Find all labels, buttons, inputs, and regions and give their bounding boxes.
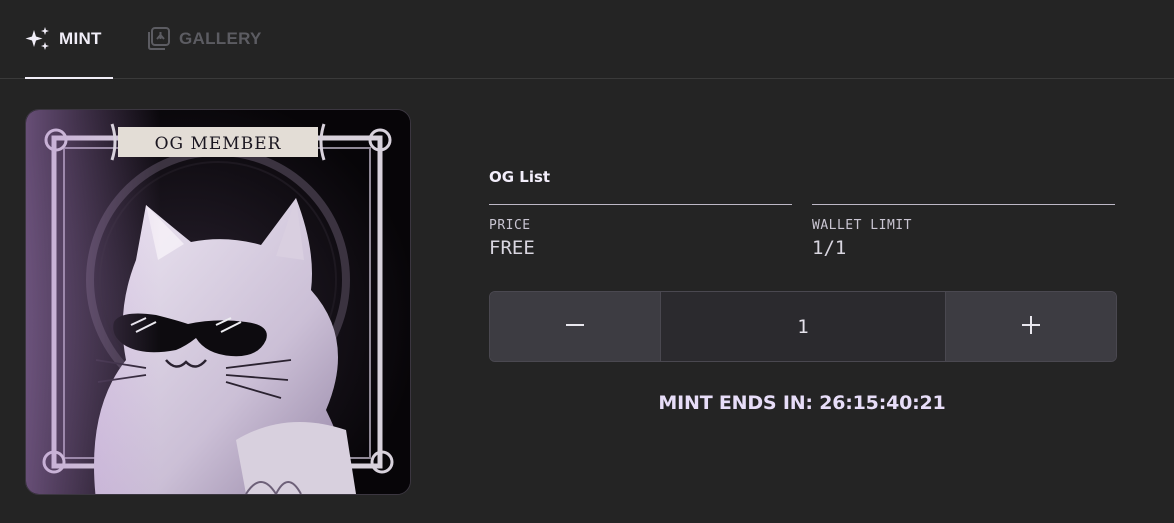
wallet-limit-label: WALLET LIMIT — [812, 218, 912, 233]
decrement-button[interactable] — [490, 292, 660, 361]
wallet-limit-section: WALLET LIMIT 1/1 — [812, 204, 1115, 259]
price-section: PRICE FREE — [489, 204, 792, 259]
price-value: FREE — [489, 237, 535, 259]
tab-gallery[interactable]: GALLERY — [145, 0, 262, 78]
quantity-stepper: 1 — [489, 291, 1117, 362]
plus-icon — [1021, 315, 1041, 338]
quantity-value[interactable]: 1 — [660, 292, 946, 361]
tab-bar: MINT GALLERY — [0, 0, 1174, 79]
price-label: PRICE — [489, 218, 531, 233]
wallet-limit-value: 1/1 — [812, 237, 847, 259]
gallery-icon — [145, 26, 171, 52]
minus-icon — [565, 315, 585, 338]
mint-list-name: OG List — [489, 168, 551, 186]
sparkles-icon — [25, 27, 51, 51]
increment-button[interactable] — [946, 292, 1116, 361]
mint-countdown: MINT ENDS IN: 26:15:40:21 — [658, 392, 946, 414]
artwork-banner-text: OG MEMBER — [155, 134, 282, 154]
tab-mint[interactable]: MINT — [25, 0, 113, 79]
tab-gallery-label: GALLERY — [179, 29, 262, 48]
nft-artwork: OG MEMBER — [25, 109, 411, 495]
tab-mint-label: MINT — [59, 29, 102, 48]
